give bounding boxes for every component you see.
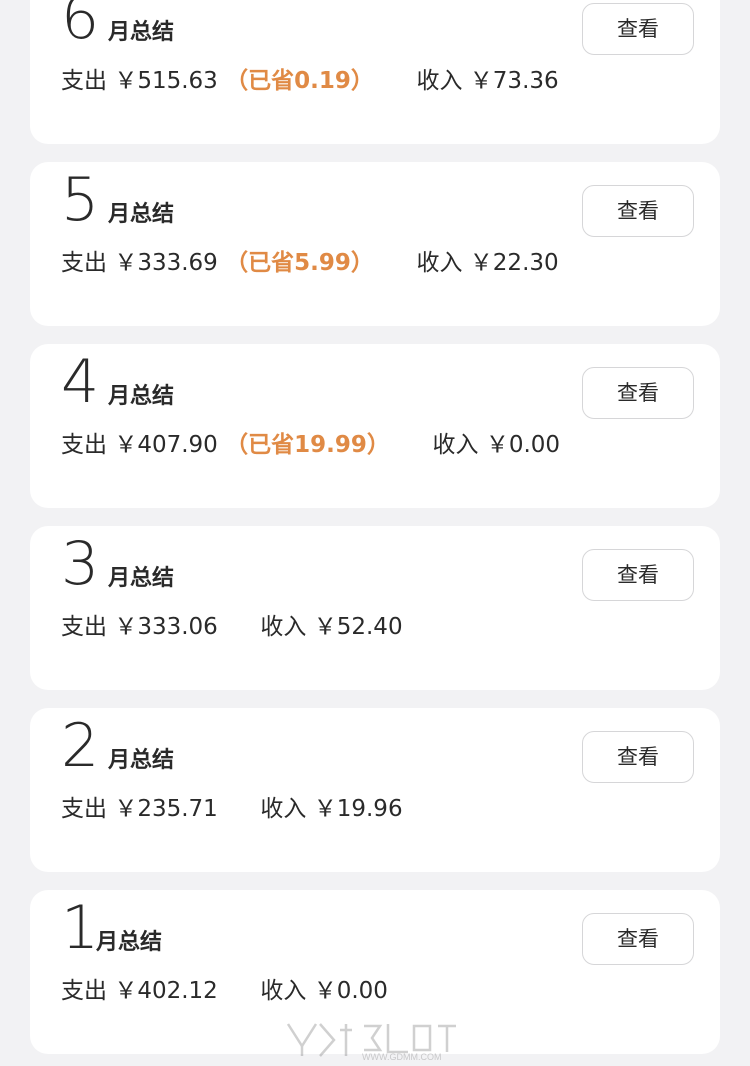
expense-amount: ￥407.90 (114, 432, 218, 458)
view-button[interactable]: 查看 (582, 3, 694, 55)
stats-row: 支出 ￥235.71 收入 ￥19.96 (61, 795, 403, 823)
stats-row: 支出 ￥333.06 收入 ￥52.40 (61, 613, 403, 641)
expense-amount: ￥333.06 (114, 614, 218, 640)
income-amount: ￥22.30 (469, 250, 559, 276)
month-summary-label: 月总结 (108, 566, 175, 591)
income-label: 收入 (260, 614, 307, 640)
month-summary-label: 月总结 (108, 202, 175, 227)
income-label: 收入 (416, 250, 463, 276)
saved-amount: （已省5.99） (225, 250, 374, 276)
income-amount: ￥19.96 (313, 796, 403, 822)
saved-amount: （已省19.99） (225, 432, 390, 458)
stats-row: 支出 ￥402.12 收入 ￥0.00 (61, 977, 388, 1005)
month-number: 4 (61, 347, 100, 417)
view-button[interactable]: 查看 (582, 549, 694, 601)
month-number: 3 (61, 529, 100, 599)
month-summary-label: 月总结 (108, 748, 175, 773)
month-summary-label: 月总结 (96, 930, 163, 955)
income-label: 收入 (260, 796, 307, 822)
expense-label: 支出 (61, 68, 107, 94)
expense-label: 支出 (61, 978, 107, 1004)
income-amount: ￥73.36 (469, 68, 559, 94)
expense-amount: ￥333.69 (114, 250, 218, 276)
stats-row: 支出 ￥515.63 （已省0.19） 收入 ￥73.36 (61, 67, 559, 95)
stats-row: 支出 ￥333.69 （已省5.99） 收入 ￥22.30 (61, 249, 559, 277)
expense-label: 支出 (61, 432, 107, 458)
expense-label: 支出 (61, 796, 107, 822)
month-summary-card-6: 6 月总结 支出 ￥515.63 （已省0.19） 收入 ￥73.36 查看 (30, 0, 720, 144)
stats-row: 支出 ￥407.90 （已省19.99） 收入 ￥0.00 (61, 431, 560, 459)
saved-amount: （已省0.19） (225, 68, 374, 94)
view-button[interactable]: 查看 (582, 367, 694, 419)
expense-amount: ￥402.12 (114, 978, 218, 1004)
expense-label: 支出 (61, 614, 107, 640)
month-number: 2 (61, 711, 100, 781)
month-summary-card-5: 5 月总结 支出 ￥333.69 （已省5.99） 收入 ￥22.30 查看 (30, 162, 720, 326)
month-summary-label: 月总结 (108, 384, 175, 409)
income-amount: ￥0.00 (485, 432, 561, 458)
month-number: 1 (61, 893, 100, 963)
month-summary-card-3: 3 月总结 支出 ￥333.06 收入 ￥52.40 查看 (30, 526, 720, 690)
view-button[interactable]: 查看 (582, 731, 694, 783)
income-amount: ￥0.00 (313, 978, 388, 1004)
month-summary-card-4: 4 月总结 支出 ￥407.90 （已省19.99） 收入 ￥0.00 查看 (30, 344, 720, 508)
month-summary-label: 月总结 (108, 20, 175, 45)
month-number: 5 (61, 165, 100, 235)
income-label: 收入 (432, 432, 479, 458)
watermark-logo: WWW.GDMM.COM (280, 1016, 480, 1062)
month-summary-card-2: 2 月总结 支出 ￥235.71 收入 ￥19.96 查看 (30, 708, 720, 872)
view-button[interactable]: 查看 (582, 913, 694, 965)
watermark-text: WWW.GDMM.COM (362, 1052, 441, 1062)
income-label: 收入 (260, 978, 307, 1004)
expense-amount: ￥515.63 (114, 68, 218, 94)
income-amount: ￥52.40 (313, 614, 403, 640)
month-number: 6 (61, 0, 100, 53)
expense-label: 支出 (61, 250, 107, 276)
income-label: 收入 (416, 68, 463, 94)
expense-amount: ￥235.71 (114, 796, 218, 822)
view-button[interactable]: 查看 (582, 185, 694, 237)
